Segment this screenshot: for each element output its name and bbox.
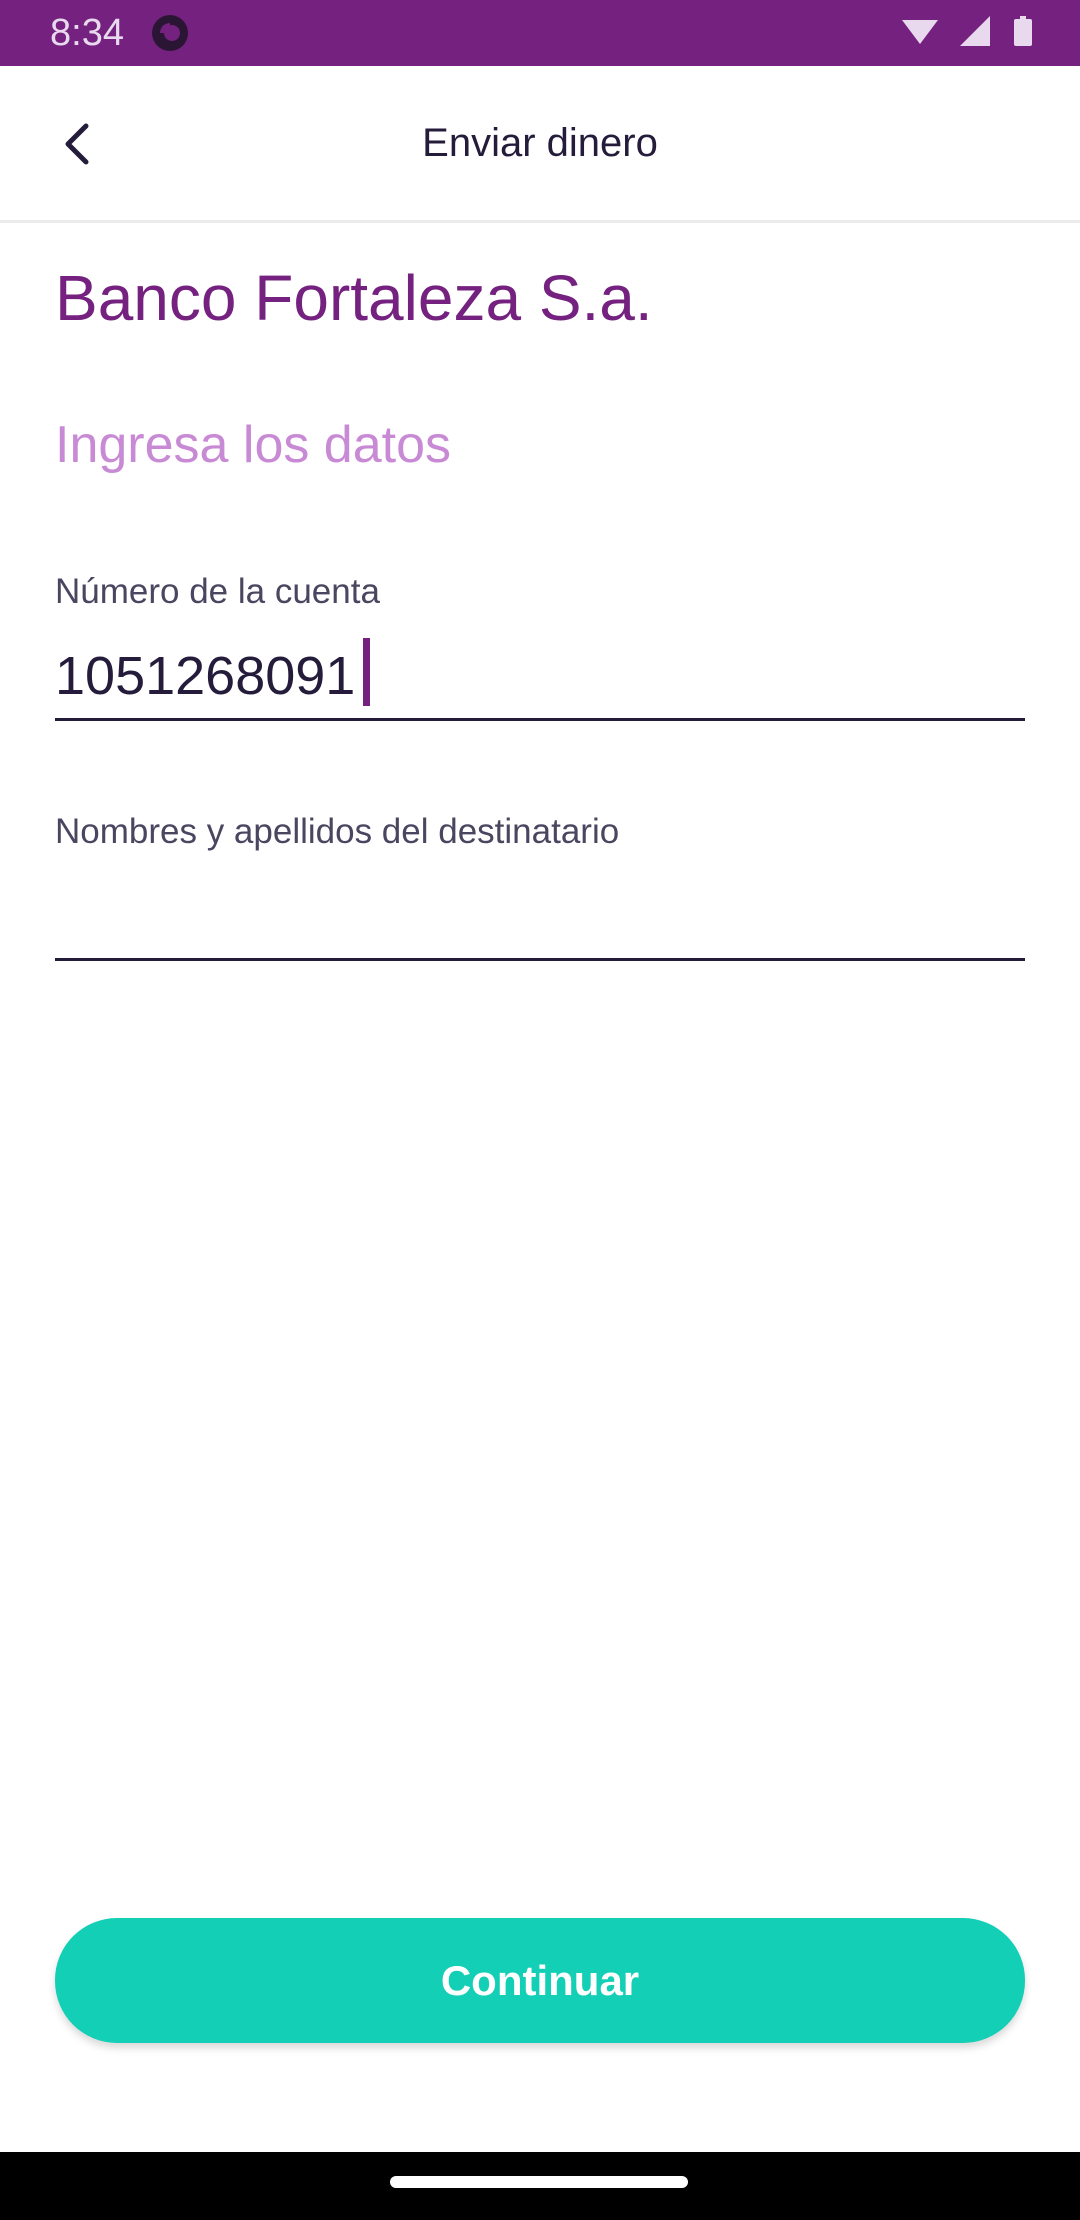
recipient-name-label: Nombres y apellidos del destinatario: [55, 812, 620, 851]
wifi-icon: [902, 20, 938, 44]
app-bar: Enviar dinero: [0, 66, 1080, 223]
home-gesture-bar[interactable]: [390, 2176, 688, 2188]
battery-icon: [1014, 16, 1032, 46]
recipient-name-input[interactable]: [55, 874, 1025, 961]
bank-name: Banco Fortaleza S.a.: [55, 262, 653, 334]
back-button[interactable]: [40, 106, 116, 182]
status-bar: 8:34: [0, 0, 1080, 66]
account-number-input[interactable]: [55, 634, 1025, 721]
account-number-field: Número de la cuenta: [55, 566, 1025, 724]
system-nav-bar: [0, 2152, 1080, 2220]
signal-icon: [960, 16, 990, 46]
page-title: Enviar dinero: [422, 121, 658, 165]
recipient-name-field: Nombres y apellidos del destinatario: [55, 806, 1025, 964]
chevron-left-icon: [65, 123, 89, 165]
account-number-label: Número de la cuenta: [55, 572, 380, 611]
status-time: 8:34: [50, 12, 124, 54]
section-title: Ingresa los datos: [55, 416, 452, 474]
app-notification-icon: [152, 15, 188, 51]
text-cursor: [363, 638, 370, 706]
status-icons: [902, 16, 1032, 46]
continue-button[interactable]: Continuar: [55, 1918, 1025, 2043]
